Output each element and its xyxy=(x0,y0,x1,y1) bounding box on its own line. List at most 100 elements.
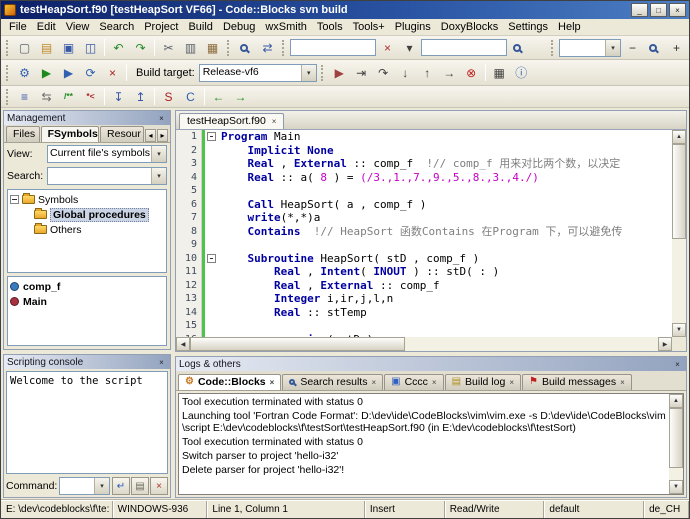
zoom-in-icon[interactable]: + xyxy=(666,38,687,58)
editor-vscrollbar[interactable]: ▲ ▼ xyxy=(672,130,686,337)
build-target-select-arrow-icon[interactable]: ▾ xyxy=(301,65,316,81)
code-line[interactable]: 3 Real , External :: comp_f !// comp_f 用… xyxy=(176,157,672,171)
collapse-icon[interactable] xyxy=(10,195,19,204)
compile-icon[interactable]: ⚙ xyxy=(14,63,35,83)
incremental-search-input[interactable] xyxy=(290,39,376,56)
redo-icon[interactable]: ↷ xyxy=(130,38,151,58)
symbol-search-select[interactable]: ▾ xyxy=(47,167,167,185)
toolbar-gripper[interactable] xyxy=(6,89,10,105)
toolbar-gripper[interactable] xyxy=(282,40,286,56)
editor-hscrollbar[interactable]: ◀ ▶ xyxy=(176,337,672,351)
command-input[interactable]: ▾ xyxy=(59,477,110,495)
goto-declaration-icon[interactable]: ↧ xyxy=(108,87,129,107)
find-icon[interactable] xyxy=(235,38,256,58)
view-select-arrow-icon[interactable]: ▾ xyxy=(151,146,166,162)
symbol-search-arrow-icon[interactable]: ▾ xyxy=(151,168,166,184)
comment-icon[interactable]: /** xyxy=(58,87,79,107)
paste-icon[interactable]: ▦ xyxy=(202,38,223,58)
code-line[interactable]: 13 Integer i,ir,j,l,n xyxy=(176,292,672,306)
goto-implementation-icon[interactable]: ↥ xyxy=(130,87,151,107)
logs-tab-close-icon[interactable]: × xyxy=(620,378,625,387)
logs-scroll-down-icon[interactable]: ▼ xyxy=(669,480,683,494)
menu-search[interactable]: Search xyxy=(94,20,139,34)
menu-help[interactable]: Help xyxy=(553,20,586,34)
logs-scroll-track[interactable] xyxy=(669,408,683,480)
symbol-item-comp-f[interactable]: comp_f xyxy=(10,279,164,294)
menu-edit[interactable]: Edit xyxy=(32,20,61,34)
search-go-icon[interactable] xyxy=(508,38,529,58)
change-case-icon[interactable]: C xyxy=(180,87,201,107)
symbol-item-main[interactable]: Main xyxy=(10,294,164,309)
cut-icon[interactable]: ✂ xyxy=(158,38,179,58)
logs-tab-close-icon[interactable]: × xyxy=(509,378,514,387)
logs-tab-close-icon[interactable]: × xyxy=(432,378,437,387)
scroll-up-icon[interactable]: ▲ xyxy=(672,130,686,144)
toolbar-gripper[interactable] xyxy=(321,65,325,81)
tree-item-symbols[interactable]: Symbols xyxy=(10,192,164,207)
jump-forward-icon[interactable]: → xyxy=(230,87,251,107)
menu-project[interactable]: Project xyxy=(139,20,183,34)
code-line[interactable]: 5 xyxy=(176,184,672,198)
code-line[interactable]: 8 Contains !// HeapSort 函数Contains 在Prog… xyxy=(176,225,672,239)
hscroll-thumb[interactable] xyxy=(190,337,405,351)
rebuild-icon[interactable]: ⟳ xyxy=(80,63,101,83)
view-select[interactable]: Current file's symbols ▾ xyxy=(47,145,167,163)
tree-item-others[interactable]: Others xyxy=(10,222,164,237)
management-tab-fsymbols[interactable]: FSymbols xyxy=(41,126,99,142)
save-all-icon[interactable]: ◫ xyxy=(80,38,101,58)
logs-tab-cccc[interactable]: ▣Cccc× xyxy=(384,374,443,390)
logs-tab-search-results[interactable]: Search results× xyxy=(282,374,383,390)
new-file-icon[interactable]: ▢ xyxy=(14,38,35,58)
debug-info-icon[interactable]: ⓘ xyxy=(511,63,532,83)
minimize-button[interactable]: _ xyxy=(631,3,648,17)
code-line[interactable]: 12 Real , External :: comp_f xyxy=(176,279,672,293)
management-tabs-scroll-left-icon[interactable]: ◂ xyxy=(145,129,156,142)
hscroll-track[interactable] xyxy=(190,337,658,351)
incsearch-clear-icon[interactable]: × xyxy=(377,38,398,58)
maximize-button[interactable]: □ xyxy=(650,3,667,17)
logs-scroll-thumb[interactable] xyxy=(669,408,683,468)
menu-plugins[interactable]: Plugins xyxy=(390,20,436,34)
run-icon[interactable]: ▶ xyxy=(36,63,57,83)
logs-tab-close-icon[interactable]: × xyxy=(371,378,376,387)
save-icon[interactable]: ▣ xyxy=(58,38,79,58)
code-line[interactable]: 4 Real :: a( 8 ) = (/3.,1.,7.,9.,5.,8.,3… xyxy=(176,171,672,185)
toolbar-gripper[interactable] xyxy=(6,65,10,81)
scripting-console-output[interactable]: Welcome to the script xyxy=(6,371,168,474)
format-source-icon[interactable]: ≡ xyxy=(14,87,35,107)
step-into-icon[interactable]: ↓ xyxy=(395,63,416,83)
symbol-combo[interactable]: ▾ xyxy=(559,39,621,57)
management-tabs-scroll-right-icon[interactable]: ▸ xyxy=(157,129,168,142)
run-to-cursor-icon[interactable]: ⇥ xyxy=(351,63,372,83)
menu-wxsmith[interactable]: wxSmith xyxy=(260,20,312,34)
code-line[interactable]: 1Program Main xyxy=(176,130,672,144)
code-line[interactable]: 2 Implicit None xyxy=(176,144,672,158)
toolbar-gripper[interactable] xyxy=(6,40,10,56)
debug-continue-icon[interactable]: ▶ xyxy=(329,63,350,83)
code-line[interactable]: 10 Subroutine HeapSort( stD , comp_f ) xyxy=(176,252,672,266)
build-target-select[interactable]: Release-vf6▾ xyxy=(199,64,317,82)
menu-settings[interactable]: Settings xyxy=(503,20,553,34)
zoom-out-icon[interactable]: − xyxy=(622,38,643,58)
step-out-icon[interactable]: ↑ xyxy=(417,63,438,83)
stop-debugger-icon[interactable]: ⊗ xyxy=(461,63,482,83)
logs-scrollbar[interactable]: ▲ ▼ xyxy=(669,394,683,494)
logs-tab-build-log[interactable]: ▤Build log× xyxy=(445,374,521,390)
scripting-console-close-icon[interactable]: × xyxy=(156,357,167,368)
code-line[interactable]: 9 xyxy=(176,238,672,252)
fold-collapse-icon[interactable] xyxy=(207,132,216,141)
tree-item-global-procedures[interactable]: Global procedures xyxy=(10,207,164,222)
code-line[interactable]: 7 write(*,*)a xyxy=(176,211,672,225)
next-line-icon[interactable]: ↷ xyxy=(373,63,394,83)
smart-format-icon[interactable]: S xyxy=(158,87,179,107)
run-command-button[interactable]: ↵ xyxy=(112,477,130,495)
logs-tab-code-blocks[interactable]: ⚙Code::Blocks× xyxy=(178,374,281,390)
next-instruction-icon[interactable]: → xyxy=(439,63,460,83)
uncomment-icon[interactable]: *< xyxy=(80,87,101,107)
scroll-left-icon[interactable]: ◀ xyxy=(176,337,190,351)
management-tab-resour[interactable]: Resour xyxy=(100,126,144,142)
menu-view[interactable]: View xyxy=(61,20,95,34)
fold-collapse-icon[interactable] xyxy=(207,254,216,263)
jump-back-icon[interactable]: ← xyxy=(208,87,229,107)
debugging-windows-icon[interactable]: ▦ xyxy=(489,63,510,83)
